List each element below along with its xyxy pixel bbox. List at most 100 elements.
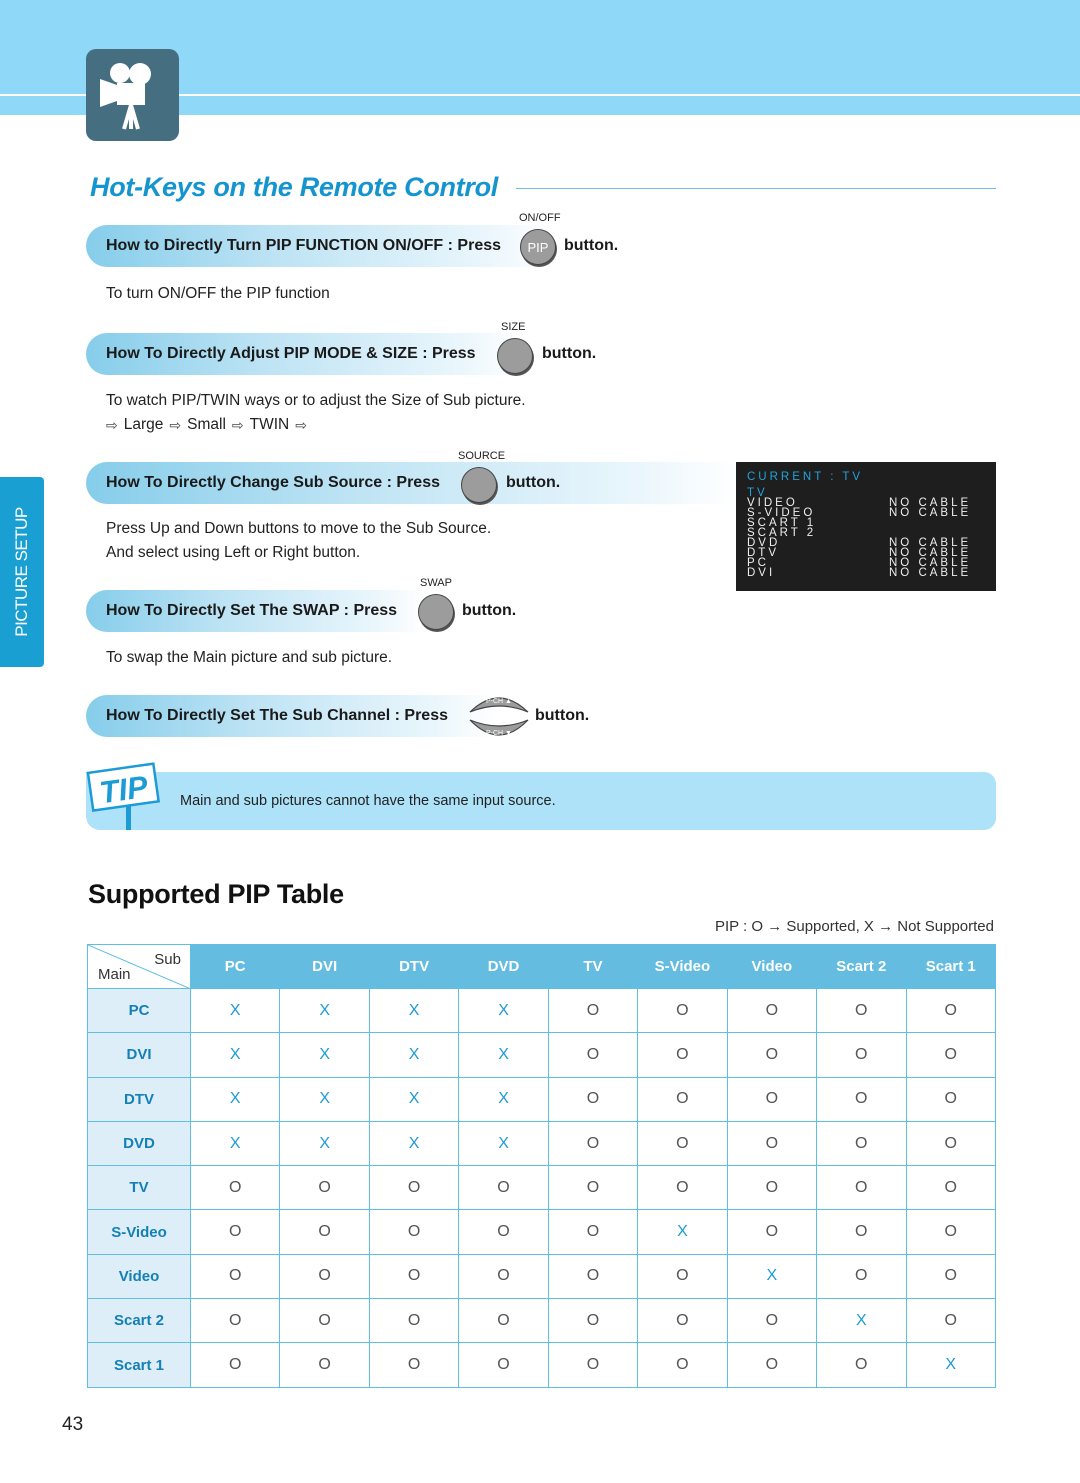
column-header: TV	[547, 944, 639, 989]
support-cell: O	[189, 1209, 281, 1255]
side-tab-label: PICTURE SETUP	[12, 507, 31, 637]
support-cell: O	[726, 1032, 818, 1078]
support-cell: X	[905, 1342, 996, 1388]
button-caption: SWAP	[420, 577, 452, 589]
support-cell: O	[368, 1165, 460, 1211]
support-cell: O	[458, 1253, 549, 1300]
cycle-arrow-icon: ⇨	[106, 416, 118, 433]
column-header: PC	[189, 944, 281, 989]
support-cell: O	[458, 1298, 549, 1344]
sequence-item: TWIN	[249, 416, 290, 433]
support-cell: O	[905, 1032, 996, 1078]
support-cell: O	[279, 1298, 370, 1344]
support-cell: X	[458, 1120, 549, 1167]
hotkey-title: How To Directly Set The SWAP : Press	[106, 602, 398, 619]
support-cell: X	[637, 1209, 728, 1255]
support-cell: O	[547, 987, 639, 1034]
source-button[interactable]	[461, 467, 497, 503]
support-cell: O	[189, 1253, 281, 1300]
source-osd-panel: CURRENT : TV TV VIDEO NO CABLE S-VIDEO NO CA…	[736, 462, 996, 591]
pip-button[interactable]: PIP	[520, 229, 556, 265]
support-cell: X	[816, 1298, 907, 1344]
row-header: Scart 2	[87, 1298, 191, 1344]
size-button[interactable]	[497, 338, 533, 374]
table-row: DVD X X X X O O O O O	[87, 1120, 996, 1167]
column-header: DVI	[279, 944, 370, 989]
support-cell: O	[905, 1076, 996, 1122]
support-cell: O	[637, 1076, 728, 1122]
support-cell: O	[458, 1342, 549, 1388]
support-cell: O	[905, 1209, 996, 1255]
table-row: TV O O O O O O O O O	[87, 1165, 996, 1211]
support-cell: O	[905, 987, 996, 1034]
column-header: Scart 2	[816, 944, 907, 989]
pch-rocker-button[interactable]: P-CH ▲ P-CH ▼	[468, 690, 530, 742]
tip-sign-icon: TIP	[86, 762, 161, 830]
movie-camera-badge	[86, 49, 179, 141]
support-cell: O	[905, 1165, 996, 1211]
hotkey-description: To turn ON/OFF the PIP function	[106, 285, 330, 302]
swap-button[interactable]	[418, 594, 454, 630]
table-corner-cell: Sub Main	[87, 944, 191, 989]
support-cell: O	[726, 1076, 818, 1122]
cycle-arrow-icon: ⇨	[295, 416, 307, 433]
hotkey-suffix: button.	[535, 707, 590, 724]
row-header: Video	[87, 1253, 191, 1300]
row-header: DVI	[87, 1032, 191, 1078]
support-cell: O	[816, 1253, 907, 1300]
support-cell: O	[637, 1165, 728, 1211]
support-cell: O	[458, 1165, 549, 1211]
support-cell: O	[189, 1342, 281, 1388]
pch-down-label: P-CH ▼	[486, 730, 512, 737]
support-cell: O	[547, 1298, 639, 1344]
support-cell: O	[816, 1076, 907, 1122]
button-caption: SOURCE	[458, 450, 506, 462]
row-header: Scart 1	[87, 1342, 191, 1388]
cycle-arrow-icon: ⇨	[231, 416, 244, 433]
hotkey-suffix: button.	[542, 345, 597, 362]
support-cell: O	[368, 1342, 460, 1388]
hotkey-title: How To Directly Change Sub Source : Pres…	[106, 474, 440, 491]
sequence-item: Small	[187, 416, 226, 433]
osd-source-name: DVI	[747, 567, 776, 579]
support-cell: O	[637, 987, 728, 1034]
support-cell: O	[637, 1253, 728, 1300]
column-header: Scart 1	[905, 944, 996, 989]
pip-support-table: Sub Main PC DVI DTV DVD TV S-Video Video Scart …	[87, 944, 996, 1388]
support-cell: O	[905, 1253, 996, 1300]
support-cell: X	[726, 1253, 818, 1300]
pip-table-legend: PIP : O → Supported, X → Not Supported	[714, 918, 994, 935]
support-cell: X	[458, 987, 549, 1034]
hotkey-description: To swap the Main picture and sub picture…	[106, 649, 393, 666]
support-cell: O	[816, 1120, 907, 1167]
hotkey-title: How To Directly Adjust PIP MODE & SIZE :…	[106, 345, 476, 362]
page-number: 43	[62, 1414, 84, 1435]
table-row: PC X X X X O O O O O	[87, 987, 996, 1034]
support-cell: X	[368, 987, 460, 1034]
osd-header: CURRENT : TV	[747, 471, 864, 483]
osd-source-status: NO CABLE	[889, 567, 972, 579]
hotkey-suffix: button.	[506, 474, 561, 491]
support-cell: O	[279, 1209, 370, 1255]
hotkey-title: How To Directly Set The Sub Channel : Pr…	[106, 707, 448, 724]
support-cell: O	[726, 1342, 818, 1388]
support-cell: O	[637, 1342, 728, 1388]
support-cell: O	[637, 1120, 728, 1167]
corner-sub-label: Sub	[154, 951, 181, 968]
table-row: Scart 1OOOOOOOOX	[87, 1342, 996, 1388]
row-header: DVD	[87, 1120, 191, 1167]
support-cell: O	[547, 1076, 639, 1122]
support-cell: O	[368, 1253, 460, 1300]
pch-up-label: P-CH ▲	[486, 698, 512, 705]
table-row: S-Video O O O O O X O O O	[87, 1209, 996, 1255]
support-cell: O	[726, 987, 818, 1034]
support-cell: O	[547, 1165, 639, 1211]
support-cell: X	[279, 1032, 370, 1078]
support-cell: X	[458, 1076, 549, 1122]
column-header: Video	[726, 944, 818, 989]
support-cell: O	[458, 1209, 549, 1255]
pip-button-label: PIP	[527, 239, 549, 255]
hotkey-suffix: button.	[462, 602, 517, 619]
support-cell: X	[458, 1032, 549, 1078]
osd-source-status: NO CABLE	[889, 507, 972, 519]
